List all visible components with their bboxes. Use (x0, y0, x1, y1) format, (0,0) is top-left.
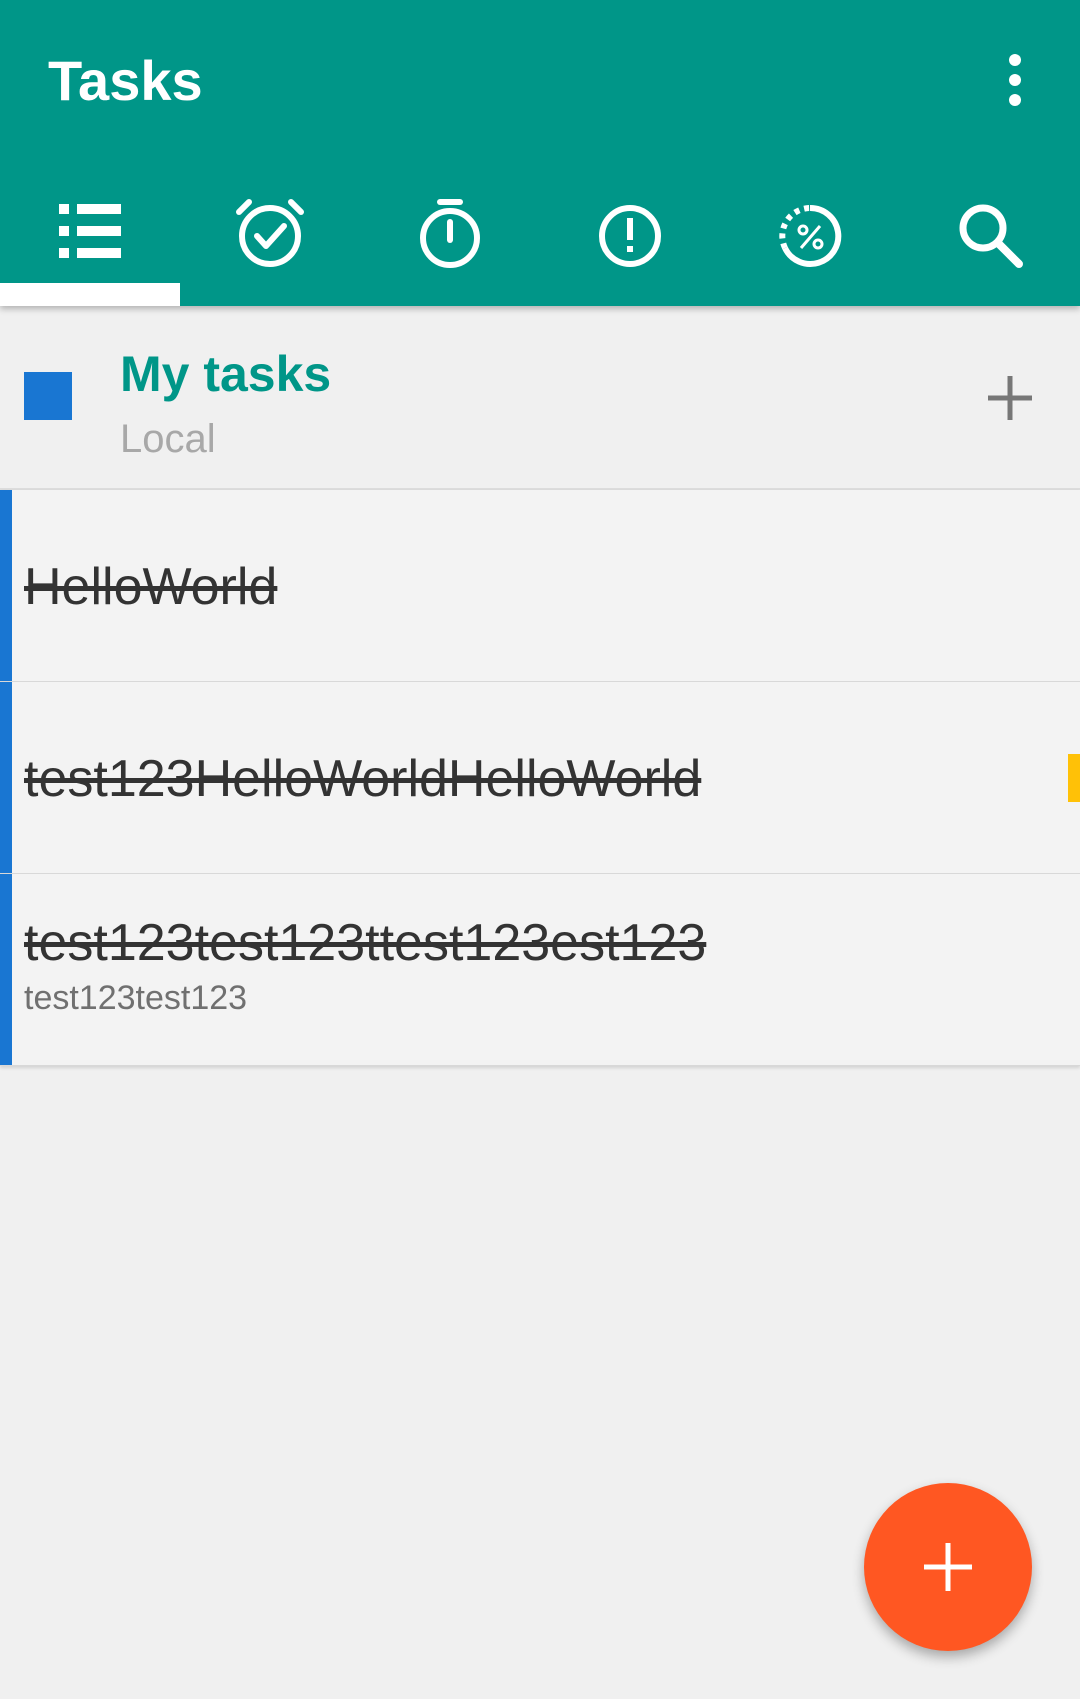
overflow-menu-button[interactable] (980, 40, 1050, 120)
list-color-swatch (24, 372, 72, 420)
alarm-check-icon (236, 199, 304, 267)
add-task-button[interactable] (980, 368, 1040, 428)
list-color-stripe (0, 874, 12, 1065)
priority-marker (1068, 754, 1080, 802)
tab-start[interactable] (360, 180, 540, 306)
priority-alert-icon (599, 205, 661, 267)
progress-percent-icon (779, 204, 842, 267)
task-list-header: My tasks Local (0, 306, 1080, 490)
task-title: HelloWorld (24, 558, 278, 616)
filter-tabs (0, 180, 1080, 306)
tab-progress[interactable] (720, 180, 900, 306)
tab-priority[interactable] (540, 180, 720, 306)
list-color-stripe (0, 682, 12, 873)
task-row[interactable]: test123test123ttest123est123 test123test… (0, 874, 1080, 1066)
app-bar: Tasks (0, 0, 1080, 306)
list-account: Local (120, 417, 216, 461)
tab-due[interactable] (180, 180, 360, 306)
tab-all-tasks[interactable] (0, 180, 180, 306)
list-icon (59, 204, 121, 258)
task-title: test123test123ttest123est123 (24, 914, 707, 972)
task-description: test123test123 (24, 979, 248, 1017)
add-task-fab[interactable] (864, 1483, 1032, 1651)
task-row[interactable]: test123HelloWorldHelloWorld (0, 682, 1080, 874)
more-vert-icon (1009, 54, 1021, 106)
search-icon (959, 204, 1023, 268)
plus-icon (988, 376, 1032, 420)
plus-icon (924, 1543, 972, 1591)
app-title: Tasks (48, 49, 203, 112)
tab-selected-indicator (0, 283, 180, 306)
stopwatch-icon (420, 199, 480, 268)
task-title: test123HelloWorldHelloWorld (24, 750, 702, 808)
tab-search[interactable] (900, 180, 1080, 306)
task-list: HelloWorld test123HelloWorldHelloWorld t… (0, 490, 1080, 1066)
list-name: My tasks (120, 346, 332, 402)
list-color-stripe (0, 490, 12, 681)
task-row[interactable]: HelloWorld (0, 490, 1080, 682)
